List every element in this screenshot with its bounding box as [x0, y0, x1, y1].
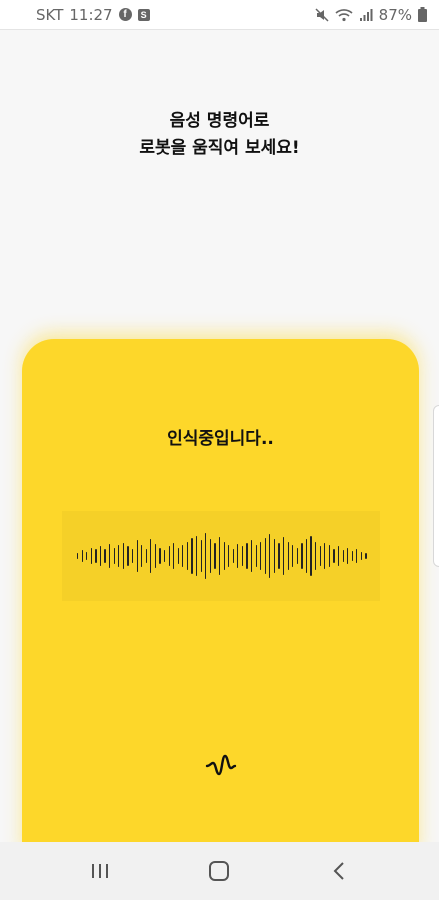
s-app-icon: S — [137, 8, 150, 21]
prompt-line-1: 음성 명령어로 — [169, 111, 270, 131]
waveform-bar — [310, 535, 312, 577]
battery-icon — [418, 7, 427, 22]
waveform-bar — [200, 540, 202, 572]
waveform-bar — [81, 550, 83, 562]
facebook-icon: f — [118, 8, 132, 21]
waveform-bar — [122, 542, 124, 570]
waveform-bar — [255, 545, 257, 567]
waveform-bar — [360, 551, 363, 561]
recognition-status-text: 인식중입니다.. — [167, 429, 274, 449]
status-left: SKT 11:27 f S — [36, 6, 150, 24]
waveform-bar — [260, 541, 262, 571]
waveform-bar — [324, 542, 326, 570]
waveform-bar — [315, 541, 317, 571]
edge-panel-handle[interactable] — [433, 405, 439, 567]
waveform-bar — [337, 546, 340, 566]
recent-apps-icon — [91, 864, 108, 878]
home-icon — [209, 861, 230, 881]
waveform-bar — [77, 553, 79, 559]
waveform-bar — [136, 540, 138, 572]
waveform-bar — [127, 546, 129, 566]
waveform-bar — [209, 539, 211, 573]
waveform-bar — [342, 550, 344, 562]
waveform-bar — [301, 542, 303, 570]
waveform-bar — [296, 547, 298, 565]
waveform-bar — [319, 546, 321, 566]
waveform-bar — [191, 538, 193, 574]
waveform-bar — [273, 539, 276, 573]
waveform-bar — [95, 549, 97, 563]
waveform-bar — [90, 547, 92, 565]
waveform-bar — [278, 542, 280, 570]
waveform-bar — [351, 551, 353, 561]
waveform-bar — [264, 538, 266, 574]
waveform-bar — [173, 542, 175, 570]
back-button[interactable] — [309, 851, 369, 891]
carrier-label: SKT — [36, 5, 64, 24]
voice-command-prompt: 음성 명령어로 로봇을 움직여 보세요! — [0, 108, 439, 162]
status-bar: SKT 11:27 f S 87% — [0, 0, 439, 30]
waveform-bar — [99, 546, 102, 566]
waveform-bar — [145, 548, 147, 564]
waveform-bar — [356, 548, 358, 564]
mute-icon — [315, 7, 329, 22]
waveform-bar — [347, 547, 349, 565]
signal-icon — [359, 8, 373, 22]
waveform-bar — [287, 541, 289, 571]
waveform-bar — [205, 533, 207, 579]
waveform-bar — [223, 541, 225, 571]
waveform-bar — [131, 548, 134, 564]
waveform-bar — [168, 546, 170, 566]
waveform-bar — [241, 546, 243, 566]
waveform-bar — [196, 535, 198, 577]
waveform-bar — [269, 534, 271, 578]
waveform-bar — [237, 544, 239, 568]
waveform-bar — [159, 547, 161, 565]
waveform-bar — [246, 542, 248, 570]
waveform-bar — [250, 540, 253, 572]
back-icon — [333, 862, 344, 880]
waveform-bar — [86, 551, 88, 561]
waveform-bar — [305, 539, 308, 573]
waveform-bar — [283, 536, 285, 576]
home-button[interactable] — [189, 851, 249, 891]
voice-wave-icon[interactable] — [205, 752, 237, 778]
status-right: 87% — [315, 6, 427, 24]
waveform-bar — [163, 550, 166, 562]
audio-waveform — [77, 532, 367, 580]
waveform-bar — [113, 547, 115, 565]
waveform-bar — [228, 545, 230, 567]
waveform-bar — [150, 539, 152, 573]
waveform-bar — [186, 541, 189, 571]
voice-recognition-panel: 인식중입니다.. — [22, 339, 419, 859]
waveform-bar — [182, 545, 184, 567]
waveform-bar — [104, 548, 106, 564]
waveform-bar — [232, 548, 234, 564]
wifi-icon — [335, 8, 353, 22]
recent-apps-button[interactable] — [70, 851, 130, 891]
waveform-bar — [118, 545, 120, 567]
navigation-bar — [0, 842, 439, 900]
waveform-bar — [154, 544, 157, 568]
waveform-bar — [141, 545, 143, 567]
waveform-bar — [214, 542, 216, 570]
waveform-bar — [292, 545, 294, 567]
prompt-line-2: 로봇을 움직여 보세요! — [139, 138, 300, 158]
waveform-bar — [328, 545, 330, 567]
battery-percent: 87% — [378, 5, 412, 24]
waveform-bar — [109, 544, 111, 568]
waveform-bar — [218, 536, 221, 576]
waveform-bar — [365, 553, 367, 559]
clock: 11:27 — [69, 5, 113, 24]
waveform-bar — [177, 547, 179, 565]
waveform-bar — [333, 548, 335, 564]
